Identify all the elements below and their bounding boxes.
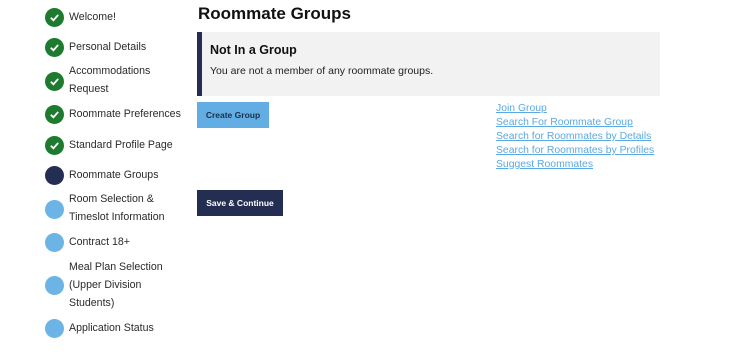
- current-dot-icon: [45, 166, 64, 185]
- check-icon: [45, 136, 64, 155]
- search-roommate-group-link[interactable]: Search For Roommate Group: [496, 116, 654, 130]
- page-title: Roommate Groups: [198, 4, 352, 23]
- check-icon: [45, 105, 64, 124]
- search-roommates-by-details-link[interactable]: Search for Roommates by Details: [496, 130, 654, 144]
- save-continue-button[interactable]: Save & Continue: [197, 190, 283, 216]
- search-roommates-by-profiles-link[interactable]: Search for Roommates by Profiles: [496, 144, 654, 158]
- step-label: Request: [69, 83, 109, 95]
- suggest-roommates-link[interactable]: Suggest Roommates: [496, 158, 654, 172]
- step-label: Meal Plan Selection: [69, 261, 163, 273]
- pending-dot-icon: [45, 233, 64, 252]
- create-group-button[interactable]: Create Group: [197, 102, 269, 128]
- step-label: (Upper Division: [69, 279, 142, 291]
- step-label: Roommate Groups: [69, 169, 159, 181]
- step-label: Roommate Preferences: [69, 108, 181, 120]
- notice-title: Not In a Group: [210, 43, 297, 57]
- group-status-notice: Not In a Group You are not a member of a…: [197, 32, 660, 96]
- step-label: Room Selection &: [69, 193, 154, 205]
- step-label: Application Status: [69, 322, 154, 334]
- pending-dot-icon: [45, 319, 64, 338]
- step-label: Timeslot Information: [69, 211, 165, 223]
- check-icon: [45, 38, 64, 57]
- step-label: Personal Details: [69, 41, 147, 53]
- check-icon: [45, 72, 64, 91]
- step-label: Students): [69, 297, 115, 309]
- step-label: Standard Profile Page: [69, 139, 173, 151]
- roommate-links: Join Group Search For Roommate Group Sea…: [496, 102, 654, 172]
- notice-text: You are not a member of any roommate gro…: [210, 65, 434, 77]
- pending-dot-icon: [45, 200, 64, 219]
- step-label: Accommodations: [69, 65, 151, 77]
- check-icon: [45, 8, 64, 27]
- pending-dot-icon: [45, 276, 64, 295]
- step-label: Contract 18+: [69, 236, 130, 248]
- join-group-link[interactable]: Join Group: [496, 102, 654, 116]
- progress-sidebar: Welcome! Personal Details Accommodations…: [0, 0, 190, 354]
- step-label: Welcome!: [69, 11, 116, 23]
